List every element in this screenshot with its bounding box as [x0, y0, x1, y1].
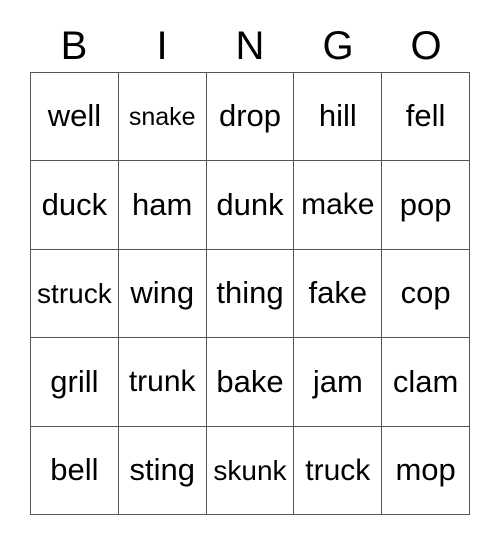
bingo-header-row: B I N G O: [30, 20, 470, 72]
bingo-cell-label: trunk: [128, 365, 196, 399]
bingo-cell-label: grill: [50, 363, 99, 399]
bingo-cell-label: fell: [405, 98, 446, 134]
bingo-cell-label: bell: [50, 452, 99, 488]
bingo-cell[interactable]: make: [294, 161, 383, 250]
bingo-cell-label: thing: [216, 275, 284, 311]
bingo-cell-label: struck: [37, 277, 112, 309]
bingo-cell[interactable]: grill: [31, 338, 119, 427]
bingo-cell-label: hill: [318, 98, 357, 134]
bingo-cell[interactable]: truck: [294, 426, 383, 515]
bingo-cell[interactable]: pop: [382, 161, 470, 250]
bingo-cell-label: bake: [216, 363, 284, 399]
bingo-cell-label: snake: [128, 102, 196, 131]
bingo-cell-label: well: [47, 98, 102, 134]
bingo-cell[interactable]: snake: [118, 73, 207, 162]
bingo-header-letter-g: G: [322, 24, 354, 68]
bingo-cell-label: mop: [395, 452, 456, 488]
bingo-cell[interactable]: well: [31, 73, 119, 162]
bingo-cell-label: cop: [400, 275, 451, 311]
bingo-cell[interactable]: duck: [31, 161, 119, 250]
bingo-cell[interactable]: wing: [118, 249, 207, 339]
bingo-cell[interactable]: jam: [294, 338, 383, 427]
bingo-cell-label: skunk: [213, 454, 287, 486]
bingo-cell-label: dunk: [216, 186, 284, 222]
bingo-cell-label: jam: [312, 363, 363, 399]
bingo-cell-label: fake: [308, 275, 368, 311]
bingo-cell[interactable]: clam: [382, 338, 470, 427]
bingo-header-letter-o: O: [410, 24, 442, 68]
bingo-cell[interactable]: hill: [294, 73, 383, 162]
bingo-card: B I N G O well snake drop hill fell duck ham du…: [0, 0, 500, 544]
bingo-cell[interactable]: thing: [206, 249, 295, 339]
bingo-cell[interactable]: trunk: [118, 338, 207, 427]
bingo-grid: well snake drop hill fell duck ham dunk make pop s…: [30, 72, 470, 515]
bingo-cell-label: make: [301, 188, 375, 222]
bingo-header-letter-i: I: [156, 24, 168, 68]
bingo-cell-label: clam: [392, 363, 459, 399]
bingo-header-letter-n: N: [235, 24, 265, 68]
bingo-cell-label: pop: [399, 186, 452, 222]
bingo-cell[interactable]: fell: [382, 73, 470, 162]
bingo-cell[interactable]: bake: [206, 338, 295, 427]
bingo-cell-label: wing: [130, 275, 195, 311]
bingo-cell[interactable]: ham: [118, 161, 207, 250]
bingo-cell[interactable]: struck: [31, 249, 119, 339]
bingo-cell[interactable]: drop: [206, 73, 295, 162]
bingo-cell[interactable]: fake: [294, 249, 383, 339]
bingo-cell[interactable]: sting: [118, 426, 207, 515]
bingo-cell[interactable]: bell: [31, 426, 119, 515]
bingo-cell[interactable]: cop: [382, 249, 470, 339]
bingo-cell-label: duck: [41, 186, 108, 222]
bingo-cell[interactable]: dunk: [206, 161, 295, 250]
bingo-header-letter-b: B: [60, 24, 88, 68]
bingo-cell[interactable]: mop: [382, 426, 470, 515]
bingo-cell-label: truck: [305, 453, 371, 487]
bingo-cell-label: drop: [218, 98, 282, 134]
bingo-cell-label: sting: [129, 452, 195, 488]
bingo-cell-label: ham: [132, 186, 193, 222]
bingo-cell[interactable]: skunk: [206, 426, 295, 515]
